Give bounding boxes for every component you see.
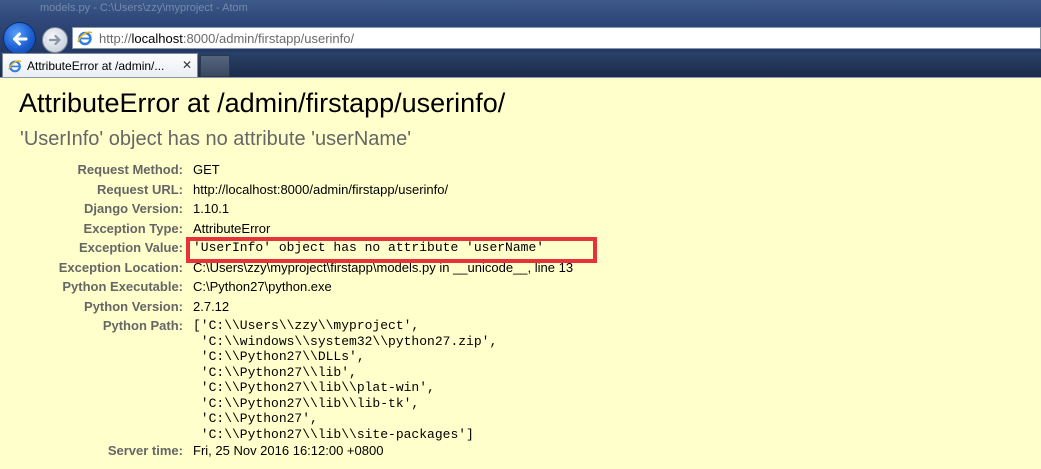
ie-tab-icon: [7, 58, 23, 74]
meta-value: 1.10.1: [193, 201, 230, 216]
meta-key: Server time:: [107, 443, 183, 458]
meta-value: Fri, 25 Nov 2016 16:12:00 +0800: [193, 443, 384, 458]
forward-button[interactable]: [42, 27, 68, 53]
back-arrow-icon: [12, 32, 27, 45]
forward-arrow-icon: [48, 34, 61, 46]
chrome-divider: [0, 77, 1041, 78]
meta-row-python-version: Python Version: 2.7.12: [0, 299, 1041, 318]
meta-row-python-executable: Python Executable: C:\Python27\python.ex…: [0, 279, 1041, 298]
meta-row-request-method: Request Method: GET: [0, 162, 1041, 181]
meta-key: Exception Value:: [78, 240, 183, 255]
meta-value: GET: [193, 162, 220, 177]
meta-key: Python Version:: [84, 298, 183, 314]
address-url[interactable]: http://localhost:8000/admin/firstapp/use…: [99, 31, 354, 46]
python-path-line: 'C:\\Python27\\lib',: [193, 364, 357, 380]
meta-key: Python Executable:: [62, 279, 183, 294]
meta-row-django-version: Django Version: 1.10.1: [0, 201, 1041, 220]
address-bar[interactable]: http://localhost:8000/admin/firstapp/use…: [72, 27, 1041, 49]
meta-key: Exception Type:: [83, 220, 183, 236]
url-scheme: http://: [99, 30, 132, 46]
back-button[interactable]: [3, 22, 36, 55]
python-path-list: ['C:\\Users\\zzy\\myproject', 'C:\\windo…: [193, 318, 497, 442]
meta-key: Exception Location:: [58, 259, 183, 275]
meta-key: Request Method:: [77, 162, 183, 177]
browser-tab-active[interactable]: AttributeError at /admin/... ✕: [2, 53, 198, 77]
url-host: localhost: [131, 30, 183, 46]
meta-key: Django Version:: [84, 201, 183, 216]
url-path: :8000/admin/firstapp/userinfo/: [182, 30, 355, 46]
meta-value: 2.7.12: [193, 298, 230, 314]
python-path-line: 'C:\\Python27\\DLLs',: [193, 349, 365, 364]
python-path-line: 'C:\\windows\\system32\\python27.zip',: [193, 333, 498, 349]
meta-value: AttributeError: [193, 220, 271, 236]
new-tab-button[interactable]: [200, 55, 230, 77]
python-path-line: 'C:\\Python27\\lib\\plat-win',: [193, 380, 435, 395]
exception-highlight-box: [186, 237, 597, 263]
page-title: AttributeError at /admin/firstapp/userin…: [19, 88, 506, 118]
python-path-line: 'C:\\Python27\\lib\\lib-tk',: [193, 395, 420, 411]
meta-key: Python Path:: [102, 318, 183, 333]
window-title: models.py - C:\Users\zzy\myproject - Ato…: [40, 2, 248, 14]
meta-row-server-time: Server time: Fri, 25 Nov 2016 16:12:00 +…: [0, 443, 1041, 462]
python-path-line: ['C:\\Users\\zzy\\myproject',: [193, 318, 420, 333]
meta-key: Request URL:: [97, 181, 183, 197]
ie-page-icon: [77, 30, 93, 46]
python-path-line: 'C:\\Python27\\lib\\site-packages']: [193, 426, 474, 442]
python-path-line: 'C:\\Python27',: [193, 411, 318, 426]
meta-row-request-url: Request URL: http://localhost:8000/admin…: [0, 182, 1041, 201]
page-subtitle: 'UserInfo' object has no attribute 'user…: [20, 128, 412, 150]
meta-value: http://localhost:8000/admin/firstapp/use…: [193, 181, 449, 197]
tab-close-icon[interactable]: ✕: [182, 59, 192, 71]
meta-value: C:\Python27\python.exe: [193, 279, 332, 294]
meta-row-python-path: Python Path:: [0, 318, 1041, 337]
tab-title: AttributeError at /admin/...: [27, 58, 165, 73]
